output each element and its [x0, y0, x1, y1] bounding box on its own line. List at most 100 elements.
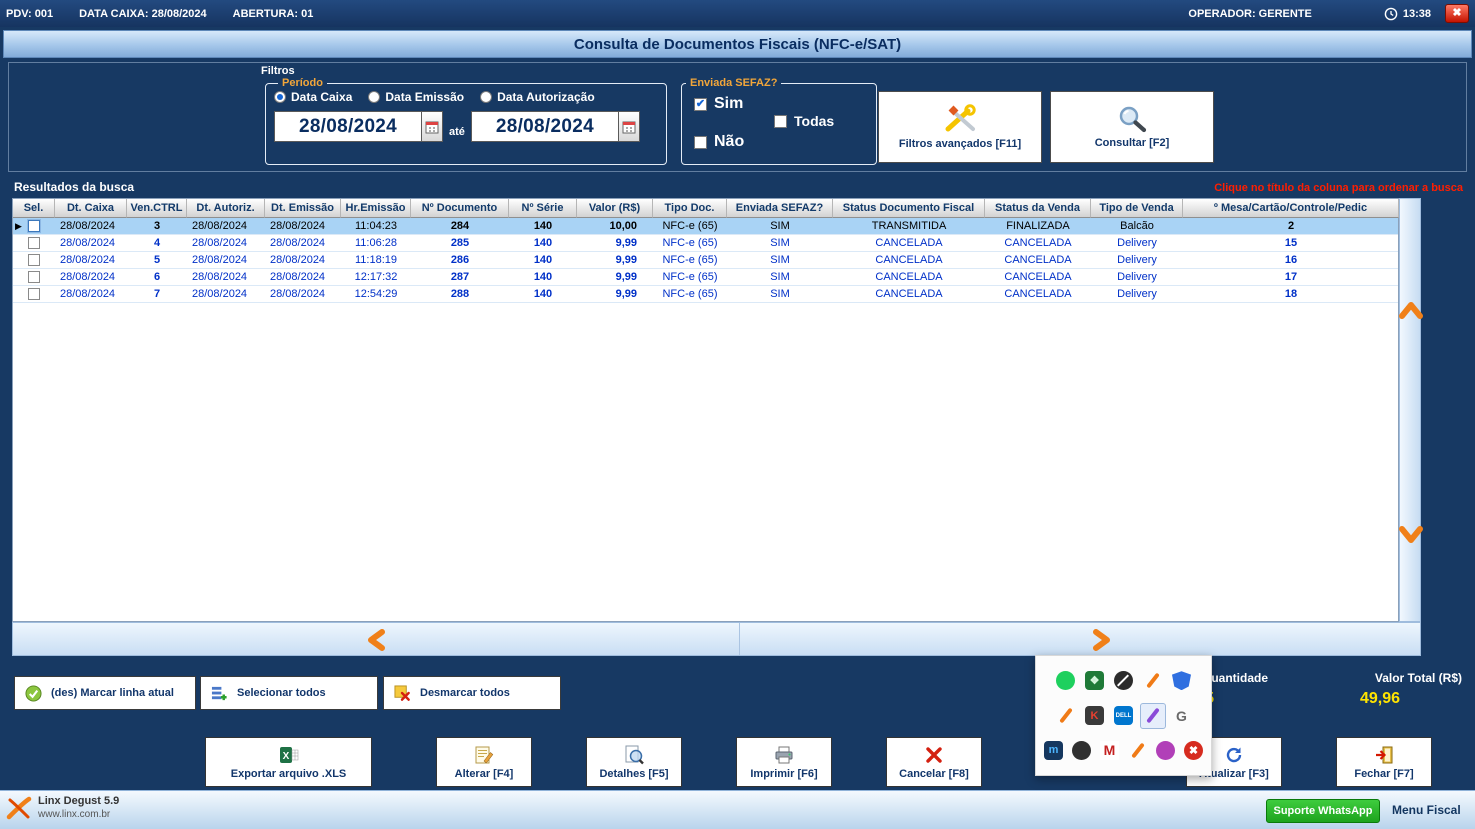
cell-hr-emissao: 11:18:19 — [341, 252, 411, 268]
cell-n-documento: 287 — [411, 269, 509, 285]
orange-swoosh-icon[interactable] — [1053, 703, 1079, 729]
purple-pen-icon[interactable] — [1140, 703, 1166, 729]
refresh-icon — [1224, 745, 1244, 765]
checkbox-sim[interactable]: ✔ Sim — [694, 95, 743, 113]
column-header[interactable]: Status Documento Fiscal — [833, 199, 985, 218]
row-checkbox[interactable] — [28, 254, 40, 266]
menu-fiscal-link[interactable]: Menu Fiscal — [1392, 803, 1461, 817]
spotify-icon[interactable] — [1053, 668, 1079, 694]
cell-sel: ▶ — [13, 218, 55, 234]
column-header[interactable]: Dt. Caixa — [55, 199, 127, 218]
date-from-input[interactable]: 28/08/2024 — [274, 111, 422, 142]
consult-button[interactable]: Consultar [F2] — [1050, 91, 1214, 163]
orange-swoosh-icon[interactable] — [1140, 668, 1166, 694]
deselect-all-button[interactable]: Desmarcar todos — [383, 676, 561, 710]
cell-dt-autoriz: 28/08/2024 — [187, 286, 265, 302]
cell-valor: 9,99 — [577, 235, 653, 251]
checkbox-todas[interactable]: Todas — [774, 113, 834, 129]
dark-sphere-icon[interactable] — [1069, 737, 1094, 763]
column-header[interactable]: Nº Série — [509, 199, 577, 218]
column-header[interactable]: Ven.CTRL — [127, 199, 187, 218]
radio-data-autorizacao[interactable]: Data Autorização — [480, 90, 595, 104]
toggle-current-row-button[interactable]: (des) Marcar linha atual — [14, 676, 196, 710]
calendar-to-button[interactable] — [619, 111, 640, 142]
scroll-up-button[interactable] — [1398, 299, 1424, 321]
column-header[interactable]: Tipo Doc. — [653, 199, 727, 218]
table-row[interactable]: 28/08/2024728/08/202428/08/202412:54:292… — [13, 286, 1398, 303]
cell-status-doc: CANCELADA — [833, 235, 985, 251]
green-grid-app-icon[interactable]: ❖ — [1082, 668, 1108, 694]
tools-icon — [941, 104, 979, 134]
column-header[interactable]: Dt. Autoriz. — [187, 199, 265, 218]
column-header[interactable]: Dt. Emissão — [265, 199, 341, 218]
column-header[interactable]: º Mesa/Cartão/Controle/Pedic — [1183, 199, 1399, 218]
sefaz-legend: Enviada SEFAZ? — [686, 77, 781, 89]
blocked-circle-icon[interactable] — [1111, 668, 1137, 694]
cell-status-venda: FINALIZADA — [985, 218, 1091, 234]
export-xls-button[interactable]: X Exportar arquivo .XLS — [205, 737, 372, 787]
scroll-down-button[interactable] — [1398, 524, 1424, 546]
vertical-scrollbar[interactable] — [1399, 198, 1421, 622]
advanced-filters-button[interactable]: Filtros avançados [F11] — [878, 91, 1042, 163]
scroll-left-button[interactable] — [365, 628, 387, 652]
calendar-from-button[interactable] — [422, 111, 443, 142]
row-checkbox[interactable] — [28, 271, 40, 283]
cell-enviada: SIM — [727, 286, 833, 302]
column-header[interactable]: Tipo de Venda — [1091, 199, 1183, 218]
column-header[interactable]: Sel. — [13, 199, 55, 218]
blue-shield-icon[interactable] — [1169, 668, 1195, 694]
cell-sel — [13, 286, 55, 302]
column-header[interactable]: Valor (R$) — [577, 199, 653, 218]
deselect-all-icon — [394, 685, 411, 702]
radio-data-emissao[interactable]: Data Emissão — [368, 90, 464, 104]
alterar-label: Alterar [F4] — [455, 768, 514, 780]
cell-n-serie: 140 — [509, 235, 577, 251]
scroll-right-button[interactable] — [1091, 628, 1113, 652]
purple-app-icon[interactable] — [1153, 737, 1178, 763]
horizontal-scrollbar[interactable] — [12, 622, 1421, 656]
red-k-app-icon[interactable]: K — [1082, 703, 1108, 729]
row-checkbox[interactable] — [28, 220, 40, 232]
red-m-app-icon[interactable]: M — [1097, 737, 1122, 763]
red-close-app-icon[interactable]: ✖ — [1181, 737, 1206, 763]
results-table: Sel.Dt. CaixaVen.CTRLDt. Autoriz.Dt. Emi… — [12, 198, 1399, 622]
table-row[interactable]: 28/08/2024428/08/202428/08/202411:06:282… — [13, 235, 1398, 252]
detalhes-button[interactable]: Detalhes [F5] — [586, 737, 682, 787]
whatsapp-support-button[interactable]: Suporte WhatsApp — [1266, 799, 1380, 823]
column-header[interactable]: Status da Venda — [985, 199, 1091, 218]
g-app-icon[interactable]: G — [1169, 703, 1195, 729]
table-row[interactable]: 28/08/2024528/08/202428/08/202411:18:192… — [13, 252, 1398, 269]
imprimir-button[interactable]: Imprimir [F6] — [736, 737, 832, 787]
cancelar-button[interactable]: Cancelar [F8] — [886, 737, 982, 787]
cell-enviada: SIM — [727, 252, 833, 268]
radio-data-caixa[interactable]: Data Caixa — [274, 90, 352, 104]
dell-icon[interactable]: DELL — [1111, 703, 1137, 729]
cell-dt-emissao: 28/08/2024 — [265, 252, 341, 268]
search-icon — [1116, 105, 1148, 133]
alterar-button[interactable]: Alterar [F4] — [436, 737, 532, 787]
table-row[interactable]: 28/08/2024628/08/202428/08/202412:17:322… — [13, 269, 1398, 286]
export-xls-label: Exportar arquivo .XLS — [231, 768, 347, 780]
row-checkbox[interactable] — [28, 288, 40, 300]
svg-text:X: X — [282, 751, 289, 762]
row-checkbox[interactable] — [28, 237, 40, 249]
cell-dt-autoriz: 28/08/2024 — [187, 252, 265, 268]
window-close-button[interactable]: ✖ — [1445, 4, 1469, 23]
cell-status-venda: CANCELADA — [985, 235, 1091, 251]
cell-tipo-doc: NFC-e (65) — [653, 269, 727, 285]
fechar-button[interactable]: Fechar [F7] — [1336, 737, 1432, 787]
cell-tipo-venda: Balcão — [1091, 218, 1183, 234]
cell-tipo-venda: Delivery — [1091, 286, 1183, 302]
checkbox-nao[interactable]: Não — [694, 133, 744, 151]
date-to-input[interactable]: 28/08/2024 — [471, 111, 619, 142]
column-header[interactable]: Hr.Emissão — [341, 199, 411, 218]
column-header[interactable]: Nº Documento — [411, 199, 509, 218]
chart-app-icon[interactable]: m — [1041, 737, 1066, 763]
column-header[interactable]: Enviada SEFAZ? — [727, 199, 833, 218]
orange-swoosh-icon[interactable] — [1125, 737, 1150, 763]
select-all-button[interactable]: Selecionar todos — [200, 676, 378, 710]
cell-ven-ctrl: 4 — [127, 235, 187, 251]
table-row[interactable]: ▶28/08/2024328/08/202428/08/202411:04:23… — [13, 218, 1398, 235]
calendar-icon — [622, 120, 636, 134]
red-x-icon — [924, 745, 944, 765]
